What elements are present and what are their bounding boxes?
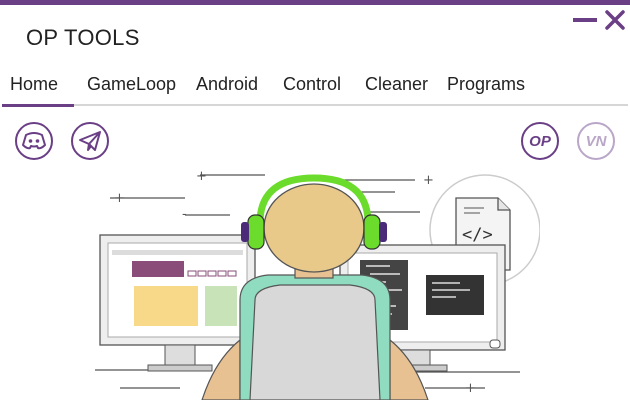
tab-control[interactable]: Control	[283, 74, 341, 95]
svg-text:</>: </>	[462, 225, 493, 245]
developer-illustration: + + + - + </>	[95, 169, 540, 400]
app-title: OP TOOLS	[26, 25, 140, 50]
tab-programs[interactable]: Programs	[447, 74, 525, 95]
tab-gameloop[interactable]: GameLoop	[87, 74, 176, 95]
minimize-button[interactable]	[573, 18, 597, 22]
svg-text:+: +	[196, 169, 207, 184]
telegram-button[interactable]	[71, 122, 109, 160]
tab-cleaner[interactable]: Cleaner	[365, 74, 428, 95]
svg-text:-: -	[182, 207, 187, 222]
svg-text:+: +	[465, 381, 476, 396]
op-button[interactable]: OP	[521, 122, 559, 160]
op-label: OP	[529, 132, 551, 150]
tab-divider	[2, 104, 628, 106]
tab-android[interactable]: Android	[196, 74, 258, 95]
svg-text:+: +	[114, 191, 125, 206]
discord-button[interactable]	[15, 122, 53, 160]
close-button[interactable]	[604, 9, 626, 31]
tab-home[interactable]: Home	[10, 74, 58, 95]
discord-icon	[22, 132, 46, 150]
svg-text:+: +	[423, 173, 434, 188]
telegram-icon	[79, 131, 101, 151]
vn-button[interactable]: VN	[577, 122, 615, 160]
vn-label: VN	[585, 132, 607, 150]
tab-bar: Home GameLoop Android Control Cleaner Pr…	[0, 74, 630, 104]
active-tab-indicator	[2, 104, 74, 107]
close-icon	[605, 10, 625, 30]
title-accent-bar	[0, 0, 630, 5]
